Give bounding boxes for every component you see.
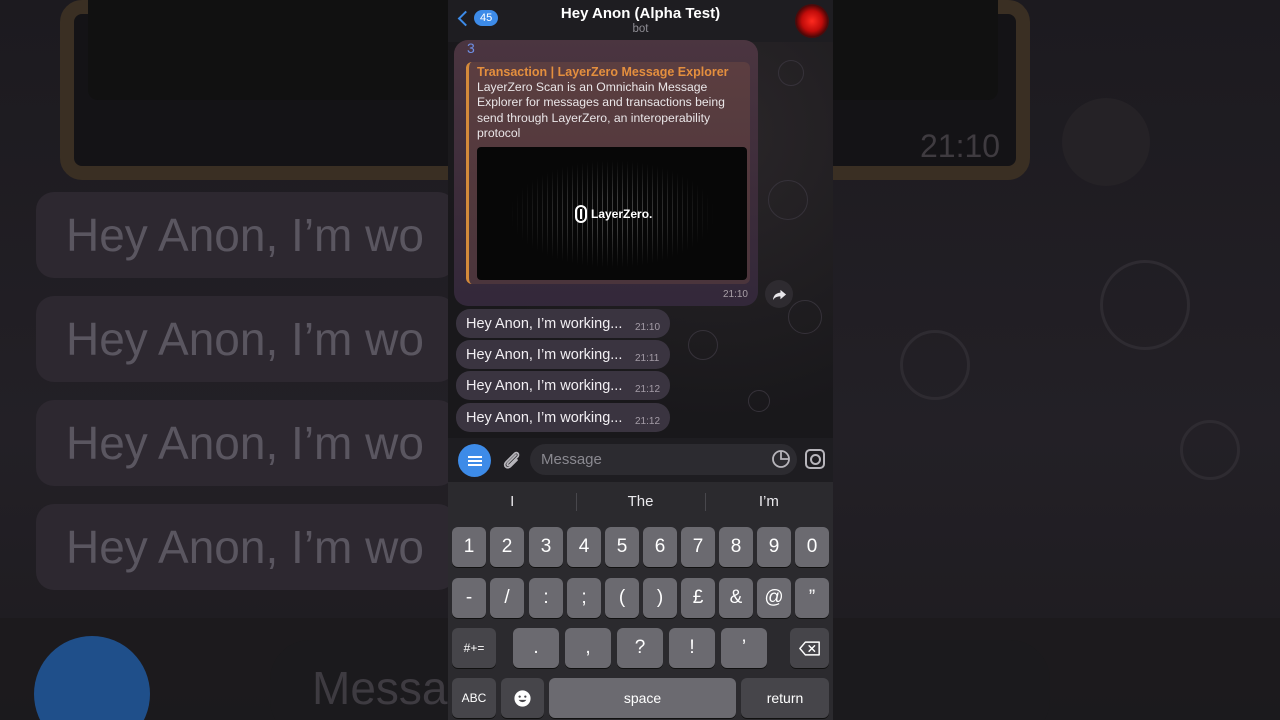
key-ampersand[interactable]: &	[719, 578, 753, 618]
key-at[interactable]: @	[757, 578, 791, 618]
key-3[interactable]: 3	[529, 527, 563, 567]
key-quote[interactable]: ”	[795, 578, 829, 618]
link-preview-image[interactable]: LayerZero.	[477, 147, 747, 280]
message-text: Hey Anon, I’m working...	[466, 347, 623, 363]
attach-icon[interactable]	[500, 448, 522, 472]
layerzero-logo-text: LayerZero.	[591, 207, 653, 221]
key-2[interactable]: 2	[490, 527, 524, 567]
suggestion-item[interactable]: I	[448, 482, 576, 522]
message-bubble[interactable]: Hey Anon, I’m working... 21:12	[456, 403, 670, 432]
key-period[interactable]: .	[513, 628, 559, 668]
key-8[interactable]: 8	[719, 527, 753, 567]
bg-doodle	[1100, 260, 1190, 350]
chat-subtitle: bot	[632, 23, 649, 35]
sticker-icon[interactable]	[771, 449, 791, 469]
bg-forward-icon	[1062, 98, 1150, 186]
keyboard-suggestions: I The I’m	[448, 482, 833, 522]
key-close-paren[interactable]: )	[643, 578, 677, 618]
wallpaper-doodle	[688, 330, 718, 360]
key-colon[interactable]: :	[529, 578, 563, 618]
key-0[interactable]: 0	[795, 527, 829, 567]
key-4[interactable]: 4	[567, 527, 601, 567]
space-key[interactable]: space	[549, 678, 736, 718]
key-hyphen[interactable]: -	[452, 578, 486, 618]
bg-bubble: Hey Anon, I’m wo	[36, 504, 456, 590]
key-pound[interactable]: £	[681, 578, 715, 618]
phone-screen: 45 Hey Anon (Alpha Test) bot 3 Transacti…	[448, 0, 833, 720]
bot-menu-button[interactable]	[458, 444, 491, 477]
keyboard: I The I’m 1 2 3 4 5 6 7 8 9 0 - / : ; ( …	[448, 482, 833, 720]
camera-icon[interactable]	[805, 449, 825, 469]
message-bubble[interactable]: Hey Anon, I’m working... 21:12	[456, 371, 670, 400]
message-bubble[interactable]: Hey Anon, I’m working... 21:10	[456, 309, 670, 338]
message-bubble-link[interactable]: 3 Transaction | LayerZero Message Explor…	[454, 40, 758, 306]
key-exclamation[interactable]: !	[669, 628, 715, 668]
bot-avatar[interactable]	[796, 5, 828, 37]
key-slash[interactable]: /	[490, 578, 524, 618]
message-composer	[448, 438, 833, 482]
chat-title[interactable]: Hey Anon (Alpha Test)	[448, 5, 833, 22]
key-apostrophe[interactable]: ’	[721, 628, 767, 668]
suggestion-item[interactable]: The	[576, 482, 704, 522]
key-symbols[interactable]: #+=	[452, 628, 496, 668]
link-preview[interactable]: Transaction | LayerZero Message Explorer…	[466, 62, 750, 284]
key-question[interactable]: ?	[617, 628, 663, 668]
key-9[interactable]: 9	[757, 527, 791, 567]
suggestion-item[interactable]: I’m	[704, 482, 833, 522]
forward-button[interactable]	[765, 280, 793, 308]
chat-header: 45 Hey Anon (Alpha Test) bot	[448, 0, 833, 42]
bg-bubble: Hey Anon, I’m wo	[36, 296, 456, 382]
key-6[interactable]: 6	[643, 527, 677, 567]
wallpaper-doodle	[788, 300, 822, 334]
bg-bubble: Hey Anon, I’m wo	[36, 192, 456, 278]
bg-time: 21:10	[920, 128, 1001, 164]
wallpaper-doodle	[778, 60, 804, 86]
layerzero-mark-icon	[575, 205, 587, 223]
message-time: 21:10	[635, 322, 661, 333]
message-text: Hey Anon, I’m working...	[466, 410, 623, 426]
link-preview-title: Transaction | LayerZero Message Explorer	[477, 65, 729, 79]
message-input[interactable]	[530, 444, 797, 475]
bg-bubble: Hey Anon, I’m wo	[36, 400, 456, 486]
message-time: 21:12	[635, 384, 661, 395]
layerzero-logo: LayerZero.	[575, 205, 652, 223]
key-abc[interactable]: ABC	[452, 678, 496, 718]
key-1[interactable]: 1	[452, 527, 486, 567]
key-comma[interactable]: ,	[565, 628, 611, 668]
message-time: 21:12	[635, 416, 661, 427]
emoji-key[interactable]	[501, 678, 544, 718]
forward-icon	[772, 289, 786, 300]
bg-doodle	[1180, 420, 1240, 480]
emoji-icon	[514, 689, 531, 707]
key-7[interactable]: 7	[681, 527, 715, 567]
bg-doodle	[900, 330, 970, 400]
message-time: 21:11	[635, 353, 660, 364]
wallpaper-doodle	[768, 180, 808, 220]
message-bubble[interactable]: Hey Anon, I’m working... 21:11	[456, 340, 670, 369]
message-text: 3	[467, 40, 475, 56]
key-5[interactable]: 5	[605, 527, 639, 567]
menu-icon	[467, 455, 482, 466]
backspace-icon	[798, 640, 820, 656]
message-text: Hey Anon, I’m working...	[466, 316, 623, 332]
key-semicolon[interactable]: ;	[567, 578, 601, 618]
key-open-paren[interactable]: (	[605, 578, 639, 618]
message-time: 21:10	[722, 289, 748, 300]
delete-key[interactable]	[790, 628, 829, 668]
return-key[interactable]: return	[741, 678, 829, 718]
message-text: Hey Anon, I’m working...	[466, 378, 623, 394]
wallpaper-doodle	[748, 390, 770, 412]
link-preview-description: LayerZero Scan is an Omnichain Message E…	[477, 80, 725, 141]
